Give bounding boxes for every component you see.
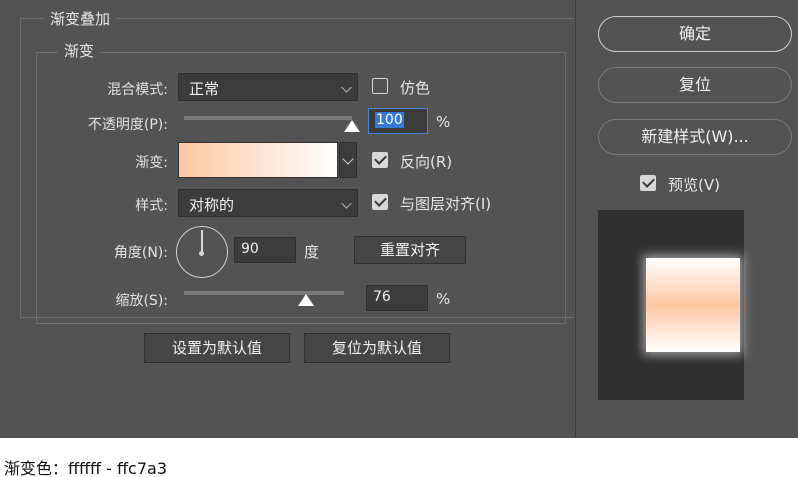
caption-text: 渐变色：ffffff - ffc7a3 (4, 459, 168, 477)
scale-slider-track[interactable] (184, 291, 344, 295)
subsection-title: 渐变 (58, 40, 101, 61)
scale-slider-thumb[interactable] (297, 294, 314, 306)
align-with-layer-checkbox[interactable] (372, 194, 388, 210)
reset-to-default-button[interactable]: 复位为默认值 (304, 333, 450, 363)
blend-mode-value: 正常 (189, 80, 220, 98)
dither-checkbox[interactable] (372, 78, 388, 94)
opacity-label: 不透明度(P): (87, 117, 168, 133)
opacity-unit: % (436, 113, 451, 131)
angle-value: 90 (241, 241, 259, 257)
dither-label: 仿色 (400, 79, 431, 97)
chevron-down-icon (342, 153, 354, 165)
gradient-swatch[interactable] (178, 142, 338, 178)
reset-alignment-button[interactable]: 重置对齐 (354, 236, 466, 264)
blend-mode-select[interactable]: 正常 (178, 73, 358, 101)
gradient-overlay-dialog: 渐变叠加 渐变 混合模式: 正常 仿色 不透明度(P): 100 % 渐变: 反… (0, 0, 798, 438)
align-with-layer-label: 与图层对齐(I) (400, 195, 492, 213)
style-label: 样式: (135, 198, 168, 214)
angle-dial-center (199, 251, 204, 256)
style-preview-box (598, 210, 744, 400)
scale-label: 缩放(S): (115, 293, 168, 309)
gradient-picker-dropdown[interactable] (339, 142, 357, 178)
opacity-input[interactable]: 100 (368, 108, 428, 134)
gradient-label: 渐变: (135, 155, 168, 171)
section-title: 渐变叠加 (44, 8, 117, 29)
reset-button[interactable]: 复位 (598, 67, 792, 103)
angle-input[interactable]: 90 (234, 237, 296, 263)
style-select[interactable]: 对称的 (178, 189, 358, 217)
chevron-down-icon (341, 82, 352, 93)
opacity-slider-thumb[interactable] (344, 120, 360, 132)
angle-dial[interactable] (176, 226, 228, 278)
opacity-slider-track[interactable] (184, 116, 352, 120)
preview-label: 预览(V) (668, 176, 720, 194)
chevron-down-icon (341, 198, 352, 209)
ok-button[interactable]: 确定 (598, 16, 792, 52)
angle-label: 角度(N): (113, 245, 168, 261)
angle-dial-needle (201, 230, 203, 253)
style-value: 对称的 (189, 196, 235, 214)
preview-checkbox[interactable] (640, 175, 656, 191)
scale-input[interactable]: 76 (366, 285, 428, 311)
blend-mode-label: 混合模式: (107, 82, 168, 98)
new-style-button[interactable]: 新建样式(W)... (598, 119, 792, 155)
opacity-value: 100 (375, 112, 404, 128)
reverse-checkbox[interactable] (372, 152, 388, 168)
scale-unit: % (436, 290, 451, 308)
angle-unit: 度 (304, 243, 320, 261)
make-default-button[interactable]: 设置为默认值 (144, 333, 290, 363)
scale-value: 76 (373, 289, 391, 305)
reverse-label: 反向(R) (400, 153, 453, 171)
style-preview-swatch (646, 258, 740, 352)
